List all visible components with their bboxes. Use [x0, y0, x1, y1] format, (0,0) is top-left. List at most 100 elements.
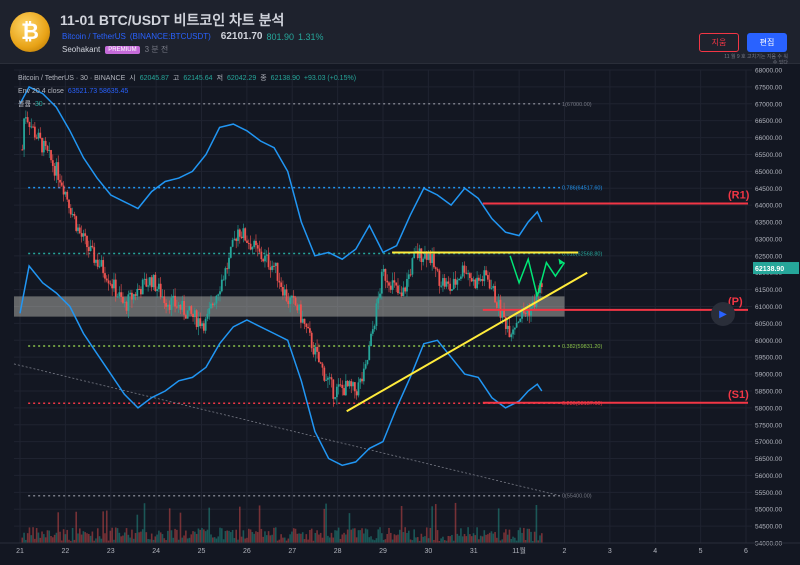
candle-body: [222, 279, 225, 281]
candle-body: [247, 242, 250, 244]
candle-body: [237, 229, 239, 241]
volume-bar: [287, 538, 290, 543]
x-tick-label: 29: [379, 548, 387, 555]
candle-body: [149, 277, 151, 286]
volume-bar: [77, 533, 79, 543]
candle-body: [156, 289, 158, 291]
volume-bar: [62, 529, 65, 543]
price-change-pct: 1.31%: [298, 31, 324, 42]
volume-bar: [487, 534, 489, 543]
candle-body: [479, 279, 482, 281]
price-chart[interactable]: 1(67000.00)0.786(64517.60)0.618(62568.80…: [0, 64, 800, 565]
x-tick-label: 24: [152, 548, 160, 555]
legend-change: +93.03 (+0.15%): [303, 75, 357, 82]
volume-bar: [341, 534, 344, 543]
volume-bar: [291, 531, 293, 543]
volume-bar: [517, 530, 520, 543]
volume-bar: [235, 529, 237, 543]
legend-l-label: 저: [216, 75, 224, 82]
candle-body: [78, 227, 81, 234]
volume-bar: [34, 538, 36, 543]
y-tick-label: 60000.00: [755, 338, 782, 345]
candle-body: [122, 296, 124, 303]
volume-bar: [86, 533, 88, 543]
candle-body: [258, 248, 261, 252]
delete-button[interactable]: 지움: [699, 33, 739, 52]
volume-bar: [64, 534, 67, 543]
volume-bar: [96, 528, 99, 543]
replay-play-icon[interactable]: ▶: [711, 302, 735, 326]
volume-bar: [237, 539, 239, 543]
author-link[interactable]: Seohakant: [62, 45, 100, 54]
candle-body: [368, 346, 371, 360]
x-tick-label: 26: [243, 548, 251, 555]
candle-body: [404, 287, 407, 292]
candle-body: [192, 313, 194, 318]
candle-body: [438, 270, 441, 286]
volume-bar: [386, 534, 389, 543]
candle-body: [66, 191, 69, 200]
candle-body: [28, 121, 31, 128]
y-tick-label: 67000.00: [755, 101, 782, 108]
candle-body: [235, 238, 238, 241]
volume-bar: [483, 530, 486, 543]
candle-body: [62, 185, 65, 195]
y-tick-label: 63500.00: [755, 220, 782, 227]
candle-body: [352, 382, 354, 387]
volume-bar: [494, 531, 496, 543]
volume-bar: [355, 537, 358, 543]
edit-button[interactable]: 편집: [747, 33, 787, 52]
volume-bar: [467, 527, 469, 543]
volume-bar: [41, 531, 43, 543]
volume-bar: [228, 530, 230, 543]
candle-body: [278, 280, 281, 283]
symbol-desc-link[interactable]: Bitcoin / TetherUS: [62, 32, 126, 41]
volume-bar: [127, 534, 130, 543]
volume-bar: [176, 529, 178, 543]
candle-body: [337, 384, 340, 387]
candle-body: [294, 297, 297, 306]
candle-body: [309, 328, 311, 333]
volume-bar: [161, 534, 164, 543]
candle-body: [530, 307, 532, 316]
volume-bar: [262, 536, 264, 543]
candle-body: [440, 285, 443, 287]
candle-body: [303, 318, 306, 324]
volume-bar: [425, 527, 428, 543]
volume-bar: [269, 535, 272, 543]
volume-bar: [125, 528, 128, 543]
candle-body: [517, 321, 520, 323]
volume-bar: [140, 531, 142, 543]
volume-bar: [129, 537, 131, 543]
volume-bar: [407, 530, 410, 543]
volume-bar: [474, 535, 477, 543]
candle-body: [157, 283, 160, 290]
volume-bar: [231, 529, 234, 543]
volume-bar: [492, 533, 495, 543]
volume-bar: [352, 528, 354, 543]
symbol-code-link[interactable]: (BINANCE:BTCUSDT): [130, 32, 211, 41]
candle-body: [233, 238, 236, 240]
candle-body: [445, 281, 448, 287]
y-axis[interactable]: 68000.00 67500.00 67000.00 66500.00 66000.00…: [752, 64, 800, 565]
candle-body: [465, 272, 468, 274]
volume-bar: [377, 529, 380, 543]
volume-bar: [440, 538, 442, 543]
candle-body: [136, 288, 139, 296]
candle-body: [217, 294, 220, 296]
author-line: Seohakant PREMIUM 3 분 전: [62, 44, 168, 55]
candle-body: [231, 239, 234, 247]
volume-bar: [109, 530, 112, 543]
candle-body: [242, 228, 245, 239]
legend-title: Bitcoin / TetherUS · 30 · BINANCE: [18, 75, 126, 82]
last-price: 62101.70: [220, 31, 263, 42]
volume-bar: [55, 532, 58, 543]
candle-body: [226, 268, 229, 270]
x-axis[interactable]: 21 22 23 24 25 26 27 28 29 30 31 11월 2 3 4 5 6: [0, 542, 800, 555]
volume-bar: [274, 527, 277, 543]
candle-body: [492, 285, 495, 289]
candle-body: [362, 368, 365, 382]
candle-body: [204, 318, 207, 331]
candle-body: [312, 348, 315, 355]
volume-bar: [301, 532, 304, 543]
